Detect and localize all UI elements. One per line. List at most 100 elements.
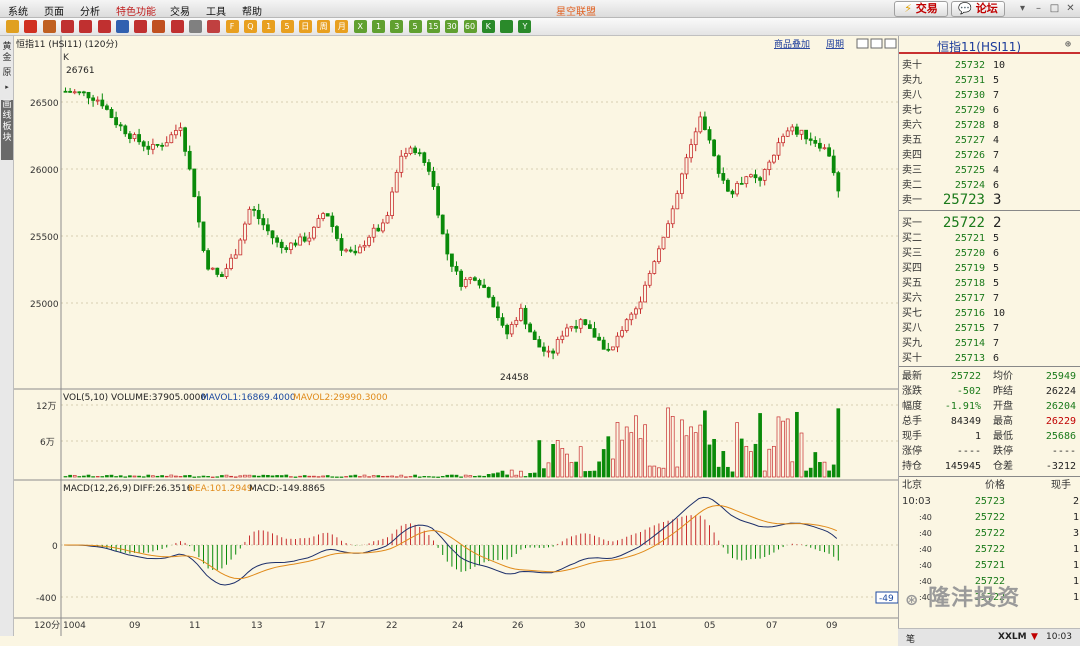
n3-icon[interactable]: 3: [390, 20, 404, 33]
f10-icon[interactable]: F: [225, 20, 239, 33]
candle-body: [588, 324, 592, 329]
menu-tools[interactable]: 工具: [206, 3, 226, 18]
menu-analysis[interactable]: 分析: [80, 3, 100, 18]
ask-row-3[interactable]: 卖三 25725 4: [899, 163, 1080, 178]
close-icon[interactable]: ✕: [1064, 2, 1077, 15]
candle-body: [574, 326, 578, 329]
ticks-divider: [899, 476, 1080, 477]
menu-features[interactable]: 特色功能: [116, 3, 156, 18]
home-icon[interactable]: [24, 20, 38, 33]
kline-chart-svg[interactable]: 恒指11 (HSI11) (120分) K 商品叠加 周期 26500 2600…: [14, 36, 899, 636]
brush-icon[interactable]: [152, 20, 166, 33]
cup-icon[interactable]: [170, 20, 184, 33]
layout-toggle-icon[interactable]: [856, 38, 869, 49]
candle-body: [445, 233, 450, 255]
quote-collapse-icon[interactable]: ⊕: [1065, 39, 1071, 50]
volume-bar: [422, 476, 427, 478]
tick-volume: 1: [1072, 576, 1079, 587]
n5-icon[interactable]: 5: [408, 20, 422, 33]
x-icon[interactable]: X: [353, 20, 367, 33]
maximize-icon[interactable]: □: [1048, 2, 1061, 15]
stat-value: 25722: [950, 371, 981, 382]
forum-button[interactable]: 💬 论坛: [951, 1, 1005, 17]
ask-row-1[interactable]: 卖一 25723 3: [899, 193, 1080, 208]
menu-trade[interactable]: 交易: [170, 3, 190, 18]
y-icon[interactable]: Y: [518, 20, 532, 33]
chart-icon[interactable]: [207, 20, 221, 33]
n15-icon[interactable]: 15: [426, 20, 440, 33]
tab-arrow-icon[interactable]: ▸: [1, 82, 13, 91]
volume-bar: [450, 474, 454, 478]
candle-body: [330, 215, 335, 227]
back-icon[interactable]: [6, 20, 19, 33]
zoom-in-icon[interactable]: [79, 20, 93, 33]
settings-icon[interactable]: ▾: [1016, 2, 1029, 15]
search-icon[interactable]: [60, 20, 74, 33]
volume-bar: [312, 475, 316, 478]
bid-row-10[interactable]: 买十 25713 6: [899, 351, 1080, 366]
ask-row-3-price: 25725: [954, 165, 985, 176]
signal-icon: ▼: [1031, 632, 1038, 642]
menu-help[interactable]: 帮助: [242, 3, 262, 18]
menu-system[interactable]: 系统: [8, 3, 28, 18]
chart-area[interactable]: 恒指11 (HSI11) (120分) K 商品叠加 周期 26500 2600…: [14, 36, 899, 636]
ask-row-6[interactable]: 卖六 25728 8: [899, 118, 1080, 133]
ticks-icon[interactable]: [500, 20, 514, 33]
ask-row-8[interactable]: 卖八 25730 7: [899, 88, 1080, 103]
bid-row-1-price: 25722: [942, 215, 985, 231]
bid-row-9-price: 25714: [954, 338, 985, 349]
n60-icon[interactable]: 60: [463, 20, 477, 33]
candle-body: [703, 116, 707, 130]
volume-bar: [528, 473, 532, 478]
high-label: 26761: [66, 66, 95, 76]
ask-row-4[interactable]: 卖四 25726 7: [899, 148, 1080, 163]
bid-row-6[interactable]: 买六 25717 7: [899, 291, 1080, 306]
bid-row-3[interactable]: 买三 25720 6: [899, 246, 1080, 261]
layout-full-icon[interactable]: [884, 38, 897, 49]
bid-row-2[interactable]: 买二 25721 5: [899, 231, 1080, 246]
volume-bar: [730, 471, 735, 478]
trade-button[interactable]: ⚡ 交易: [894, 1, 948, 17]
bid-row-7[interactable]: 买七 25716 10: [899, 306, 1080, 321]
kline-icon[interactable]: K: [481, 20, 495, 33]
macd-value-label: MACD:-149.8865: [249, 484, 325, 494]
draw-icon[interactable]: [115, 20, 129, 33]
ask-row-9[interactable]: 卖九 25731 5: [899, 73, 1080, 88]
vol-tick-6w: 6万: [40, 438, 55, 448]
n1-icon[interactable]: 1: [372, 20, 385, 33]
zoom-out-icon[interactable]: [97, 20, 111, 33]
layout-split-icon[interactable]: [870, 38, 883, 49]
bid-row-5[interactable]: 买五 25718 5: [899, 276, 1080, 291]
volume-bar: [289, 476, 293, 478]
one-min-icon[interactable]: 1: [262, 20, 276, 33]
bid-row-4[interactable]: 买四 25719 5: [899, 261, 1080, 276]
day-icon[interactable]: 日: [298, 20, 312, 33]
n30-icon[interactable]: 30: [445, 20, 459, 33]
news-icon[interactable]: [42, 20, 56, 33]
bid-row-1[interactable]: 买一 25722 2: [899, 216, 1080, 231]
volume-bar: [762, 470, 767, 478]
volume-bar: [376, 475, 381, 478]
bid-row-9[interactable]: 买九 25714 7: [899, 336, 1080, 351]
week-icon[interactable]: 周: [317, 20, 331, 33]
list-icon[interactable]: [189, 20, 202, 33]
ask-row-2[interactable]: 卖二 25724 6: [899, 178, 1080, 193]
overlay-link[interactable]: 商品叠加: [774, 38, 810, 50]
five-min-icon[interactable]: 5: [280, 20, 294, 33]
ask-row-10[interactable]: 卖十 25732 10: [899, 58, 1080, 73]
period-link[interactable]: 周期: [826, 39, 844, 50]
ask-row-5[interactable]: 卖五 25727 4: [899, 133, 1080, 148]
tab-drawing-board[interactable]: 画线板块: [1, 100, 13, 160]
bid-row-8[interactable]: 买八 25715 7: [899, 321, 1080, 336]
candle-body: [132, 134, 137, 140]
date-tick: 09: [129, 621, 141, 631]
ask-row-7[interactable]: 卖七 25729 6: [899, 103, 1080, 118]
menu-page[interactable]: 页面: [44, 3, 64, 18]
minimize-icon[interactable]: –: [1032, 2, 1045, 15]
quote-icon[interactable]: Q: [243, 20, 257, 33]
tab-raw[interactable]: 原: [1, 68, 13, 79]
pen-icon[interactable]: [134, 20, 148, 33]
ask-row-1-volume: 3: [993, 192, 1002, 208]
tab-gold[interactable]: 黄金: [1, 42, 13, 64]
month-icon[interactable]: 月: [335, 20, 349, 33]
